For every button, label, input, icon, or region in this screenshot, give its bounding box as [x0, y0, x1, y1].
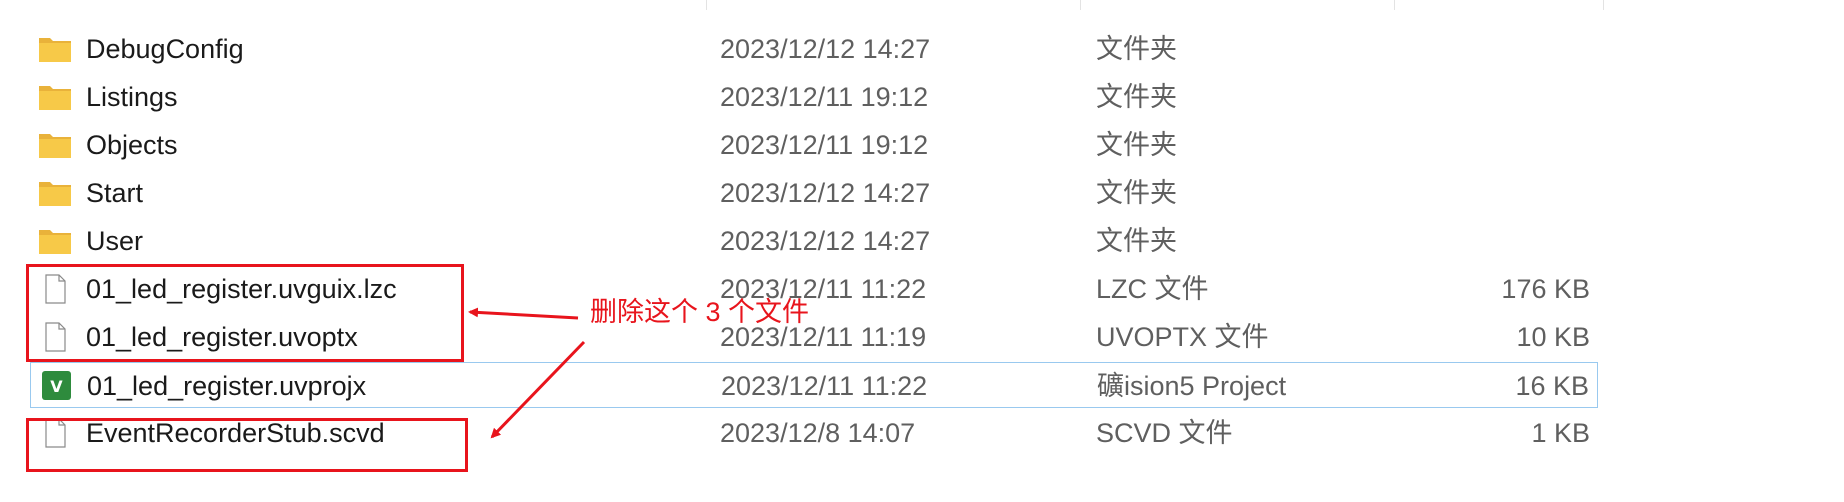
- annotation-text: 删除这个 3 个文件: [590, 297, 810, 327]
- annotation-arrows: [468, 307, 586, 439]
- arrow-to-top-box: [468, 307, 579, 320]
- arrow-to-bottom-box: [490, 340, 586, 439]
